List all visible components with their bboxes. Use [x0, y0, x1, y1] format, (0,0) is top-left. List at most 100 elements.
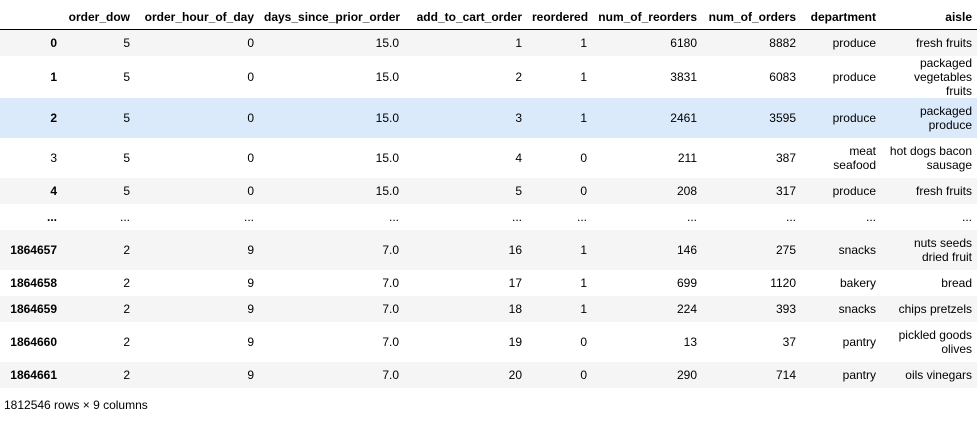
cell-num-of-orders: 8882 [769, 35, 796, 50]
row-index: ... [46, 209, 57, 224]
index-header [0, 4, 62, 30]
cell-order-dow: 2 [123, 301, 130, 316]
cell-order-dow: 5 [123, 110, 130, 125]
cell-order-hour-of-day: ... [243, 209, 254, 224]
cell-order-hour-of-day: 0 [247, 183, 254, 198]
row-index: 1864658 [10, 275, 57, 290]
cell-days-since-prior-order: 15.0 [375, 35, 399, 50]
column-header-add-to-cart-order: add_to_cart_order [404, 4, 527, 30]
cell-num-of-orders: 37 [782, 334, 796, 349]
cell-department: meat seafood [833, 143, 876, 172]
cell-num-of-reorders: 2461 [670, 110, 697, 125]
table-row: 1864660 2 9 7.0 19 0 13 37 pantry pickle… [0, 321, 977, 362]
cell-aisle: fresh fruits [915, 183, 972, 198]
column-header-days-since-prior-order: days_since_prior_order [259, 4, 404, 30]
cell-order-hour-of-day: 0 [247, 110, 254, 125]
cell-reordered: 1 [580, 110, 587, 125]
cell-aisle: packaged produce [919, 103, 972, 132]
dataframe-shape-summary: 1812546 rows × 9 columns [4, 398, 148, 412]
cell-order-hour-of-day: 0 [247, 150, 254, 165]
cell-department: produce [832, 69, 876, 84]
row-index: 1864657 [10, 242, 57, 257]
cell-order-hour-of-day: 0 [247, 69, 254, 84]
cell-reordered: 1 [580, 275, 587, 290]
table-row: 0 5 0 15.0 1 1 6180 8882 produce fresh f… [0, 29, 977, 56]
cell-num-of-orders: 1120 [770, 275, 796, 290]
row-index: 1864659 [10, 301, 57, 316]
cell-order-dow: 2 [123, 242, 130, 257]
cell-reordered: 1 [580, 69, 587, 84]
column-header-reordered: reordered [527, 4, 592, 30]
cell-add-to-cart-order: 2 [515, 69, 522, 84]
cell-aisle: packaged vegetables fruits [913, 55, 972, 98]
cell-aisle: hot dogs bacon sausage [889, 143, 972, 172]
cell-num-of-reorders: 290 [676, 367, 697, 382]
cell-days-since-prior-order: 7.0 [382, 367, 399, 382]
cell-days-since-prior-order: 15.0 [375, 183, 399, 198]
cell-add-to-cart-order: 5 [515, 183, 522, 198]
cell-aisle: bread [941, 275, 972, 290]
table-row: 1864657 2 9 7.0 16 1 146 275 snacks nuts… [0, 229, 977, 270]
cell-num-of-reorders: 6180 [670, 35, 697, 50]
table-row: 1 5 0 15.0 2 1 3831 6083 produce package… [0, 55, 977, 98]
cell-aisle: nuts seeds dried fruit [913, 235, 972, 264]
cell-order-dow: 2 [123, 275, 130, 290]
table-row: 1864659 2 9 7.0 18 1 224 393 snacks chip… [0, 295, 977, 322]
row-index: 1864660 [10, 334, 57, 349]
cell-order-dow: 2 [123, 334, 130, 349]
cell-department: snacks [838, 301, 876, 316]
row-index: 0 [50, 35, 57, 50]
dataframe-table: order_dow order_hour_of_day days_since_p… [0, 4, 977, 388]
cell-days-since-prior-order: ... [388, 209, 399, 224]
cell-days-since-prior-order: 15.0 [375, 150, 399, 165]
cell-department: bakery [839, 275, 876, 290]
cell-days-since-prior-order: 7.0 [382, 275, 399, 290]
cell-order-hour-of-day: 9 [247, 275, 254, 290]
table-row: 3 5 0 15.0 4 0 211 387 meat seafood hot … [0, 137, 977, 178]
cell-add-to-cart-order: 19 [508, 334, 522, 349]
cell-reordered: 0 [580, 183, 587, 198]
cell-num-of-orders: 3595 [769, 110, 796, 125]
cell-num-of-reorders: 224 [676, 301, 697, 316]
cell-num-of-orders: 275 [775, 242, 796, 257]
column-header-aisle: aisle [881, 4, 977, 30]
cell-reordered: 1 [580, 301, 587, 316]
row-index: 1 [50, 69, 57, 84]
cell-order-dow: 5 [123, 183, 130, 198]
cell-add-to-cart-order: 16 [508, 242, 522, 257]
cell-department: pantry [842, 334, 876, 349]
cell-num-of-reorders: 208 [676, 183, 697, 198]
table-row: 2 5 0 15.0 3 1 2461 3595 produce package… [0, 97, 977, 138]
cell-reordered: 1 [580, 242, 587, 257]
cell-num-of-orders: ... [785, 209, 796, 224]
header-row: order_dow order_hour_of_day days_since_p… [0, 4, 977, 30]
cell-department: produce [832, 110, 876, 125]
cell-order-hour-of-day: 9 [247, 334, 254, 349]
cell-reordered: 0 [580, 150, 587, 165]
cell-days-since-prior-order: 7.0 [382, 334, 399, 349]
cell-order-hour-of-day: 9 [247, 242, 254, 257]
cell-department: produce [832, 183, 876, 198]
cell-aisle: fresh fruits [915, 35, 972, 50]
cell-add-to-cart-order: 17 [508, 275, 522, 290]
cell-num-of-orders: 317 [775, 183, 796, 198]
cell-department: pantry [842, 367, 876, 382]
column-header-num-of-reorders: num_of_reorders [592, 4, 702, 30]
cell-days-since-prior-order: 7.0 [382, 242, 399, 257]
cell-order-dow: 5 [123, 150, 130, 165]
cell-add-to-cart-order: 1 [515, 35, 522, 50]
cell-department: snacks [838, 242, 876, 257]
cell-add-to-cart-order: 4 [515, 150, 522, 165]
column-header-department: department [801, 4, 881, 30]
cell-num-of-reorders: 211 [677, 150, 697, 165]
cell-order-dow: 2 [123, 367, 130, 382]
cell-reordered: ... [576, 209, 587, 224]
cell-days-since-prior-order: 15.0 [375, 69, 399, 84]
ellipsis-row: ... ... ... ... ... ... ... ... ... ... [0, 203, 977, 230]
cell-aisle: chips pretzels [898, 301, 972, 316]
cell-aisle: ... [961, 209, 972, 224]
cell-order-dow: ... [119, 209, 130, 224]
cell-num-of-reorders: 699 [676, 275, 697, 290]
cell-num-of-orders: 714 [775, 367, 796, 382]
row-index: 1864661 [10, 367, 57, 382]
